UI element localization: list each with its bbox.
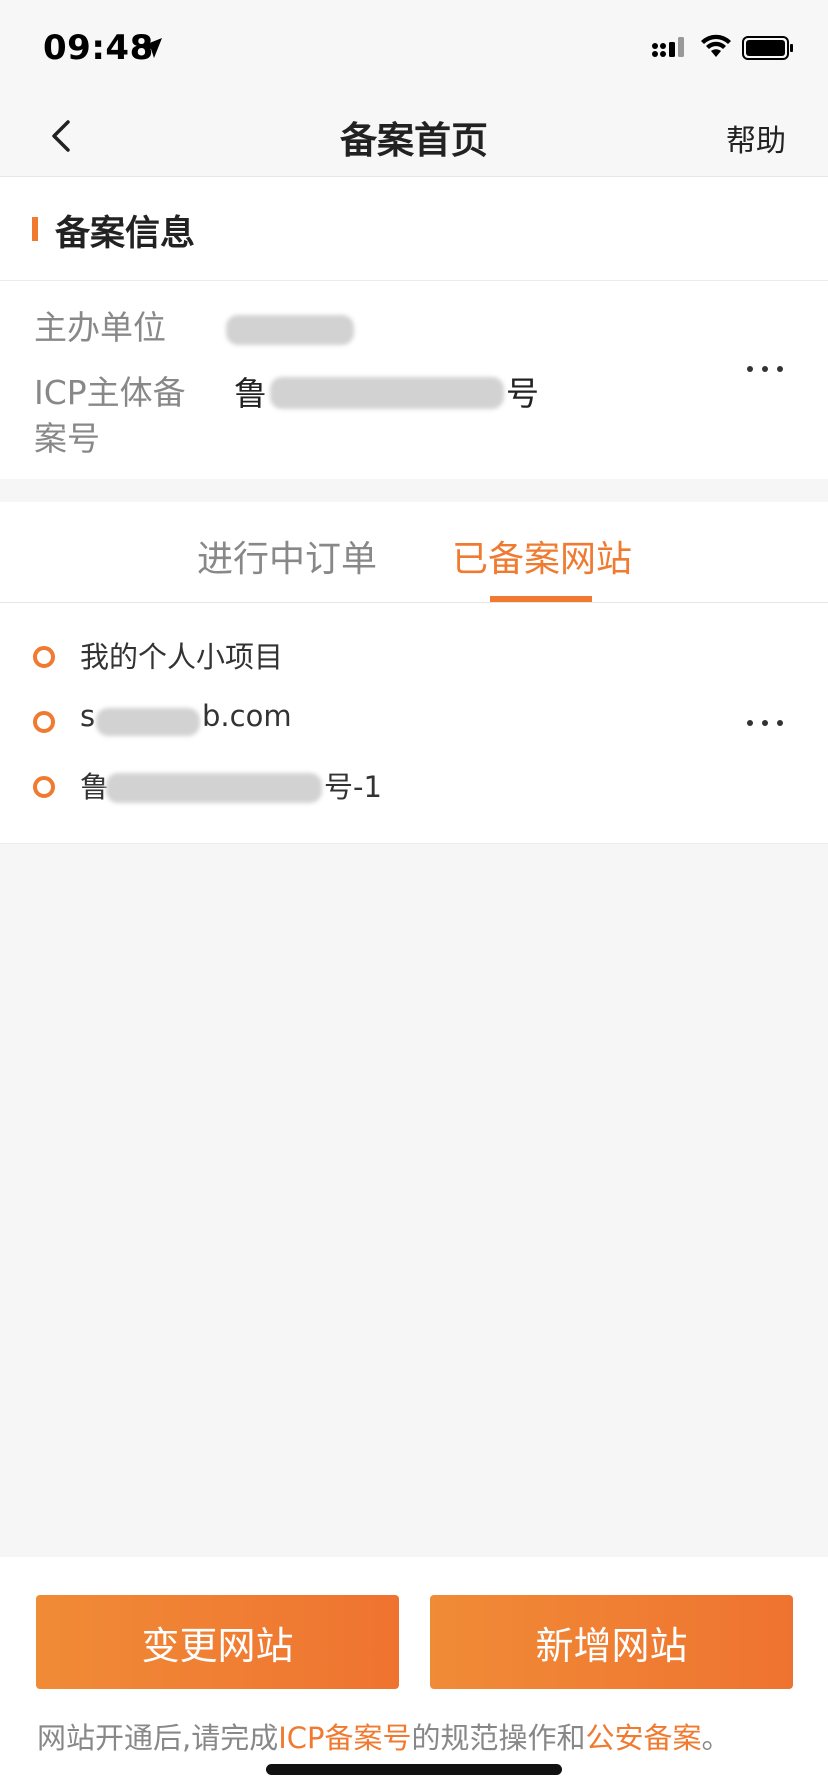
footer: 变更网站 新增网站 网站开通后,请完成ICP备案号的规范操作和公安备案。: [0, 1557, 828, 1792]
tab-bar: 进行中订单 已备案网站: [0, 502, 828, 603]
bullet-icon: [33, 646, 55, 668]
filed-site-list: 我的个人小项目 s b.com 鲁 号-1: [0, 603, 828, 844]
org-label: 主办单位: [34, 308, 166, 347]
tab-filed-websites[interactable]: 已备案网站: [452, 530, 632, 582]
redacted-site-icp: [106, 773, 322, 803]
signal-icon: [652, 37, 684, 57]
list-item: s b.com: [0, 694, 828, 754]
section-accent-bar: [32, 217, 38, 241]
site-name: 我的个人小项目: [80, 640, 284, 674]
location-arrow-icon: [142, 38, 162, 58]
redacted-org-value: [226, 315, 354, 345]
icp-label-line2: 案号: [34, 419, 100, 458]
add-site-button[interactable]: 新增网站: [430, 1595, 793, 1689]
site-domain-suffix: b.com: [202, 699, 292, 733]
info-section-body: 主办单位 ICP主体备 案号 鲁 号: [0, 281, 828, 479]
wifi-icon: [701, 34, 731, 57]
status-time: 09:48: [43, 28, 154, 68]
site-domain-prefix: s: [80, 699, 96, 733]
icp-value-prefix: 鲁: [234, 374, 267, 413]
redacted-domain: [96, 708, 200, 736]
help-button[interactable]: 帮助: [726, 116, 786, 160]
note-text: 的规范操作和: [411, 1721, 586, 1755]
icp-value-suffix: 号: [506, 374, 539, 413]
active-tab-indicator: [490, 596, 592, 602]
icp-label-line1: ICP主体备: [34, 373, 186, 412]
police-filing-link[interactable]: 公安备案: [586, 1721, 702, 1755]
list-item: 鲁 号-1: [0, 759, 828, 819]
footer-note: 网站开通后,请完成ICP备案号的规范操作和公安备案。: [37, 1715, 731, 1757]
tab-orders-in-progress[interactable]: 进行中订单: [197, 530, 377, 582]
nav-bar: 备案首页 帮助: [0, 96, 828, 177]
site-icp-prefix: 鲁: [80, 770, 110, 804]
list-item: 我的个人小项目: [0, 629, 828, 689]
bullet-icon: [33, 776, 55, 798]
battery-icon: [742, 36, 793, 60]
status-bar: 09:48: [0, 0, 828, 96]
note-text: 。: [701, 1721, 731, 1755]
note-text: 网站开通后,请完成: [37, 1721, 279, 1755]
page-title: 备案首页: [340, 119, 488, 162]
change-site-button[interactable]: 变更网站: [36, 1595, 399, 1689]
icp-filing-link[interactable]: ICP备案号: [278, 1721, 411, 1755]
home-indicator[interactable]: [266, 1764, 562, 1775]
site-icp-suffix: 号-1: [324, 770, 382, 804]
bullet-icon: [33, 711, 55, 733]
redacted-icp-value: [270, 377, 504, 409]
more-icon[interactable]: [745, 720, 785, 730]
info-section-header: 备案信息: [0, 177, 828, 281]
section-title: 备案信息: [55, 214, 196, 254]
more-icon[interactable]: [745, 366, 785, 376]
